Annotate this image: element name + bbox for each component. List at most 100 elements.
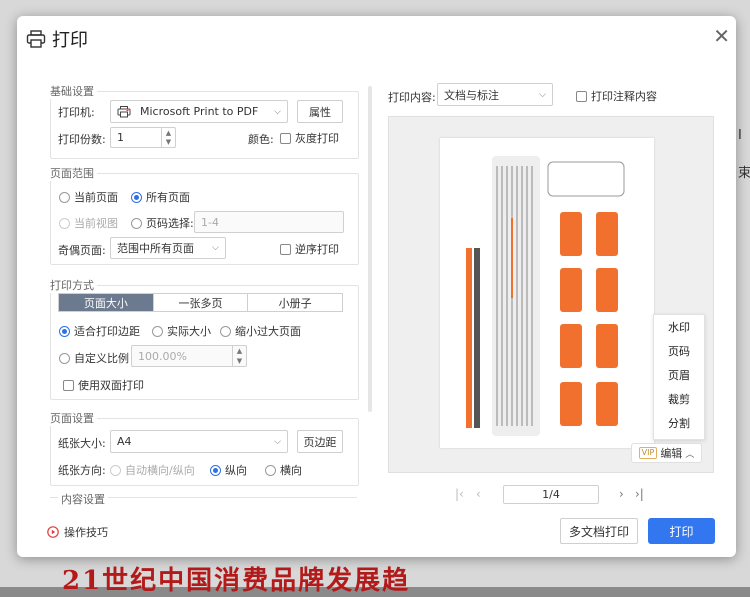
- page-select-input[interactable]: 1-4: [194, 211, 344, 233]
- portrait-label: 纵向: [225, 464, 247, 477]
- current-view-label: 当前视图: [74, 217, 118, 230]
- copies-stepper[interactable]: ▲ ▼: [161, 128, 175, 147]
- current-view-radio[interactable]: 当前视图: [59, 215, 118, 231]
- auto-orientation-label: 自动横向/纵向: [125, 464, 195, 477]
- landscape-radio[interactable]: 横向: [265, 462, 302, 478]
- copies-value: 1: [117, 131, 124, 144]
- background-edge-mark: I: [738, 128, 742, 143]
- edit-button[interactable]: VIP 编辑 ︿: [631, 443, 702, 463]
- checkbox-icon: [63, 379, 74, 391]
- radio-icon: [220, 325, 231, 337]
- margins-button[interactable]: 页边距: [297, 430, 343, 453]
- auto-orientation-radio[interactable]: 自动横向/纵向: [110, 462, 195, 478]
- print-content-label: 打印内容:: [388, 91, 436, 104]
- color-label: 颜色:: [248, 133, 274, 146]
- stepper-up-icon[interactable]: ▲: [237, 347, 242, 355]
- stepper-up-icon[interactable]: ▲: [166, 129, 171, 137]
- all-pages-radio[interactable]: 所有页面: [131, 189, 190, 205]
- radio-icon: [59, 191, 70, 203]
- fit-margin-radio[interactable]: 适合打印边距: [59, 323, 140, 339]
- prev-page-icon[interactable]: ‹: [476, 487, 481, 501]
- menu-item-page-number[interactable]: 页码: [654, 339, 704, 363]
- printer-select[interactable]: Microsoft Print to PDF ⌵: [110, 100, 288, 123]
- page-setup-legend: 页面设置: [50, 412, 94, 425]
- printer-small-icon: [117, 105, 131, 117]
- page-select-placeholder: 1-4: [201, 215, 219, 229]
- content-settings-legend: 内容设置: [58, 491, 108, 507]
- printer-properties-button[interactable]: 属性: [297, 100, 343, 123]
- actual-size-label: 实际大小: [167, 325, 211, 338]
- menu-item-header[interactable]: 页眉: [654, 363, 704, 387]
- duplex-checkbox[interactable]: 使用双面打印: [63, 377, 144, 393]
- dialog-titlebar: 打印: [26, 26, 88, 52]
- edit-label: 编辑: [660, 447, 683, 460]
- odd-even-label: 奇偶页面:: [58, 244, 106, 257]
- paper-size-label: 纸张大小:: [58, 437, 106, 450]
- chevron-up-icon: ︿: [685, 449, 695, 460]
- reverse-print-checkbox[interactable]: 逆序打印: [280, 241, 339, 257]
- radio-icon: [110, 464, 121, 476]
- print-annotations-label: 打印注释内容: [591, 90, 657, 103]
- print-content-value: 文档与标注: [444, 88, 499, 102]
- radio-icon: [59, 217, 70, 229]
- scale-input[interactable]: 100.00% ▲ ▼: [131, 345, 247, 367]
- tips-link[interactable]: 操作技巧: [47, 524, 108, 540]
- settings-scrollbar[interactable]: [368, 86, 372, 412]
- radio-icon: [152, 325, 163, 337]
- page-range-legend: 页面范围: [50, 167, 94, 180]
- printer-value: Microsoft Print to PDF: [140, 105, 259, 118]
- print-mode-legend: 打印方式: [50, 279, 94, 292]
- actual-size-radio[interactable]: 实际大小: [152, 323, 211, 339]
- print-content-select[interactable]: 文档与标注 ⌵: [437, 83, 553, 106]
- menu-item-watermark[interactable]: 水印: [654, 315, 704, 339]
- multi-document-print-button[interactable]: 多文档打印: [560, 518, 638, 544]
- preview-page-thumbnail: [466, 156, 625, 436]
- menu-item-crop[interactable]: 裁剪: [654, 387, 704, 411]
- stepper-down-icon[interactable]: ▼: [237, 357, 242, 365]
- tab-multi-page[interactable]: 一张多页: [154, 294, 249, 311]
- play-circle-icon: [47, 526, 59, 538]
- stepper-down-icon[interactable]: ▼: [166, 138, 171, 146]
- preview-page: [440, 138, 654, 448]
- radio-icon: [59, 352, 70, 364]
- last-page-icon[interactable]: ›|: [635, 487, 644, 501]
- fit-margin-label: 适合打印边距: [74, 325, 140, 338]
- radio-icon: [265, 464, 276, 476]
- dialog-title: 打印: [52, 30, 88, 51]
- page-number-input[interactable]: 1/4: [503, 485, 599, 504]
- background-headline: 21世纪中国消费品牌发展趋: [62, 566, 411, 596]
- print-annotations-checkbox[interactable]: 打印注释内容: [576, 88, 657, 104]
- paper-size-select[interactable]: A4 ⌵: [110, 430, 288, 453]
- checkbox-icon: [280, 132, 291, 144]
- copies-label: 打印份数:: [58, 133, 106, 146]
- scale-stepper[interactable]: ▲ ▼: [232, 346, 246, 366]
- shrink-large-radio[interactable]: 缩小过大页面: [220, 323, 301, 339]
- chevron-down-icon: ⌵: [539, 89, 546, 100]
- background-edge-mark: 束: [738, 166, 750, 181]
- custom-scale-label: 自定义比例: [74, 352, 129, 365]
- current-page-radio[interactable]: 当前页面: [59, 189, 118, 205]
- menu-item-split[interactable]: 分割: [654, 411, 704, 435]
- odd-even-select[interactable]: 范围中所有页面 ⌵: [110, 237, 226, 259]
- shrink-large-label: 缩小过大页面: [235, 325, 301, 338]
- tab-booklet[interactable]: 小册子: [248, 294, 342, 311]
- basic-settings-legend: 基础设置: [50, 85, 94, 98]
- page-select-label: 页码选择:: [146, 217, 194, 230]
- radio-selected-icon: [210, 464, 221, 476]
- custom-scale-radio[interactable]: 自定义比例: [59, 350, 129, 366]
- portrait-radio[interactable]: 纵向: [210, 462, 247, 478]
- print-button[interactable]: 打印: [648, 518, 715, 544]
- scale-value: 100.00%: [138, 349, 187, 363]
- tab-page-size[interactable]: 页面大小: [59, 294, 154, 311]
- copies-input[interactable]: 1 ▲ ▼: [110, 127, 176, 148]
- grayscale-label: 灰度打印: [295, 132, 339, 145]
- close-icon[interactable]: ✕: [713, 26, 730, 46]
- tips-label: 操作技巧: [64, 526, 108, 539]
- vip-badge: VIP: [638, 447, 658, 459]
- grayscale-checkbox[interactable]: 灰度打印: [280, 130, 339, 146]
- chevron-down-icon: ⌵: [274, 106, 281, 117]
- printer-label: 打印机:: [58, 106, 95, 119]
- page-select-radio[interactable]: 页码选择:: [131, 215, 194, 231]
- next-page-icon[interactable]: ›: [619, 487, 624, 501]
- first-page-icon[interactable]: |‹: [455, 487, 464, 501]
